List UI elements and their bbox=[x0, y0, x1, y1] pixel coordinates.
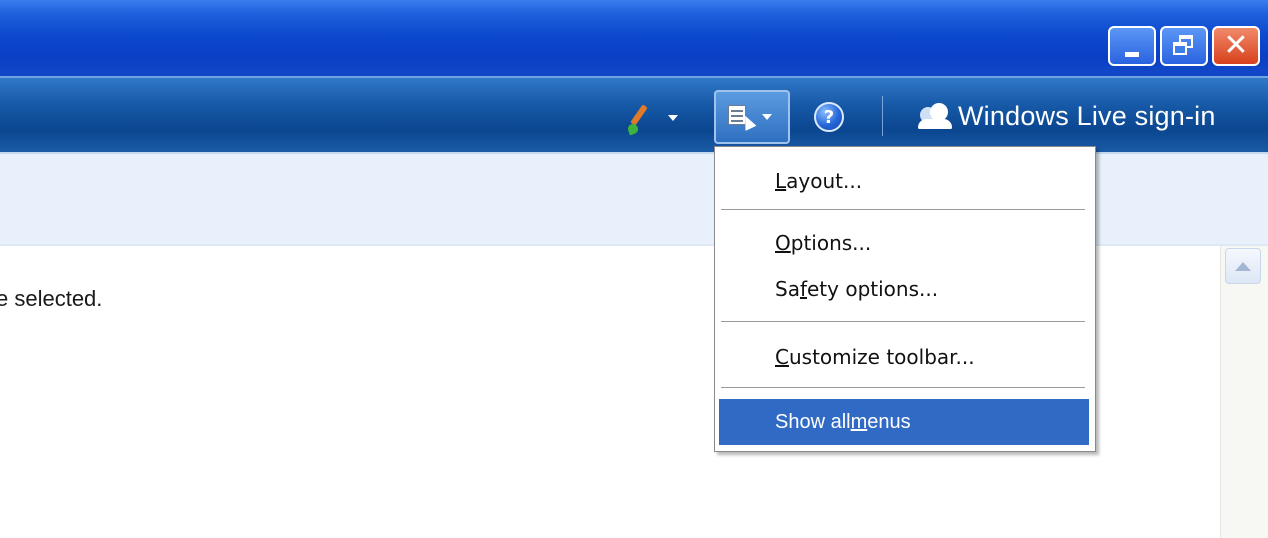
close-button[interactable]: ✕ bbox=[1212, 26, 1260, 66]
vertical-scrollbar[interactable] bbox=[1220, 246, 1268, 538]
help-icon: ? bbox=[814, 102, 844, 132]
menu-item-show-all-menus[interactable]: Show all m enus bbox=[719, 399, 1089, 445]
menu-label-key: C bbox=[775, 345, 789, 369]
help-button[interactable]: ? bbox=[814, 98, 852, 136]
menu-item-customize-toolbar[interactable]: Customize toolbar... bbox=[719, 335, 1089, 379]
menu-label-pre: Sa bbox=[775, 277, 800, 301]
scroll-up-button[interactable] bbox=[1225, 248, 1261, 284]
paintbrush-icon bbox=[620, 100, 658, 136]
status-text: e selected. bbox=[0, 286, 103, 311]
menu-item-layout[interactable]: Layout... bbox=[719, 159, 1089, 203]
close-icon: ✕ bbox=[1223, 28, 1249, 63]
signin-label: Windows Live sign-in bbox=[958, 100, 1216, 131]
menu-label-key: f bbox=[799, 277, 807, 301]
minimize-button[interactable] bbox=[1108, 26, 1156, 66]
chevron-down-icon bbox=[762, 114, 772, 120]
menu-label-key: O bbox=[775, 231, 791, 255]
menu-label-key: L bbox=[775, 169, 787, 193]
menu-label-post: ety options... bbox=[807, 277, 939, 301]
windows-live-signin-button[interactable]: Windows Live sign-in bbox=[916, 96, 1216, 136]
restore-button[interactable] bbox=[1160, 26, 1208, 66]
menu-separator bbox=[721, 321, 1085, 322]
title-bar[interactable]: ✕ bbox=[0, 0, 1268, 76]
menu-label-post: enus bbox=[867, 410, 911, 433]
chevron-down-icon bbox=[668, 115, 678, 121]
menu-label-post: ayout... bbox=[786, 169, 863, 193]
chevron-up-icon bbox=[1235, 261, 1251, 271]
menu-item-options[interactable]: Options... bbox=[719, 221, 1089, 265]
menu-separator bbox=[721, 209, 1085, 210]
menu-separator bbox=[721, 387, 1085, 388]
command-toolbar: ? Windows Live sign-in bbox=[0, 76, 1268, 152]
minimize-icon bbox=[1125, 51, 1139, 57]
menu-label-post: ptions... bbox=[790, 231, 872, 255]
tools-page-icon bbox=[728, 103, 757, 131]
tools-menu-button[interactable] bbox=[714, 90, 790, 144]
people-icon bbox=[916, 101, 954, 131]
menu-label-key: m bbox=[850, 410, 868, 433]
paintbrush-button[interactable] bbox=[620, 100, 694, 136]
menu-item-safety-options[interactable]: Sa f ety options... bbox=[719, 267, 1089, 311]
restore-icon bbox=[1173, 35, 1195, 57]
tools-dropdown-menu: Layout... Options... Sa f ety options... C… bbox=[714, 146, 1096, 452]
menu-label-post: ustomize toolbar... bbox=[788, 345, 975, 369]
toolbar-separator bbox=[882, 96, 883, 136]
menu-label-pre: Show all bbox=[775, 410, 851, 433]
